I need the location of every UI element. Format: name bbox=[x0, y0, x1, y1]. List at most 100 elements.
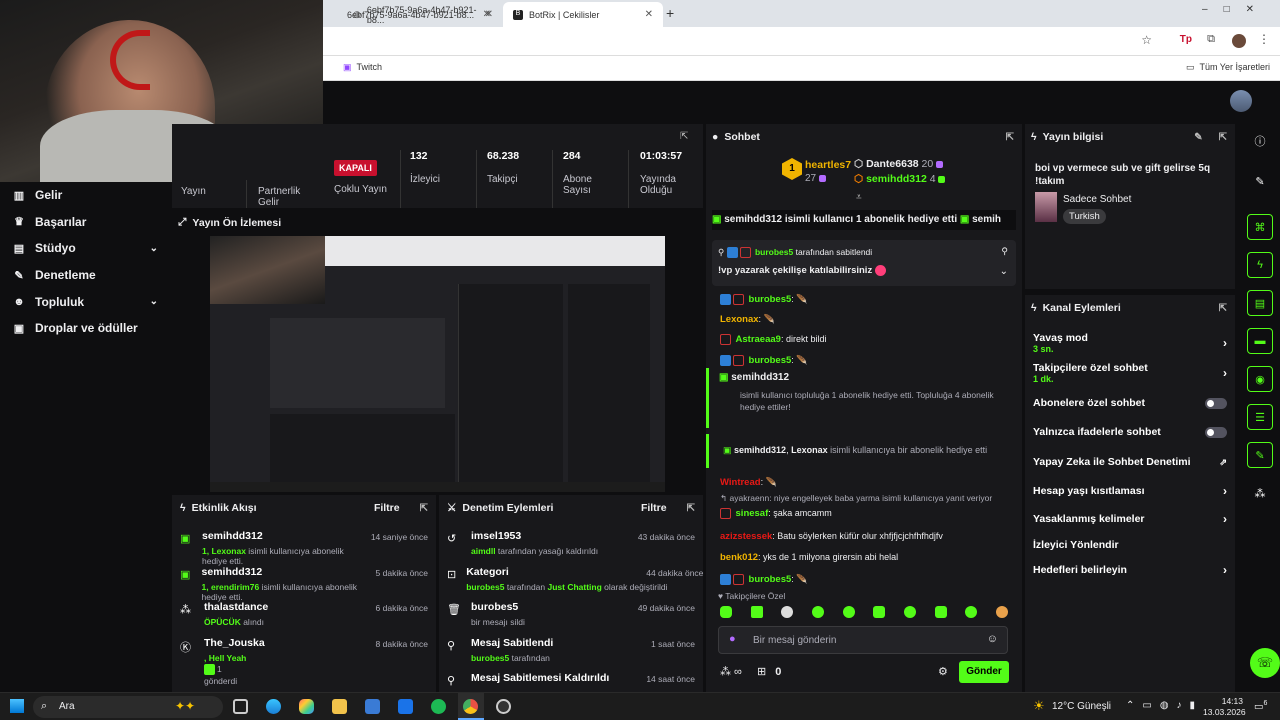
chat-message[interactable]: benk012: yks de 1 milyona girersin abi h… bbox=[706, 547, 1022, 568]
edit-icon[interactable]: ✎ bbox=[1194, 132, 1202, 143]
toggle-switch[interactable] bbox=[1205, 426, 1227, 438]
pinned-message[interactable]: ⚲ burobes5 tarafından sabitlendi !vp yaz… bbox=[712, 240, 1016, 286]
chat-username[interactable]: Astraeaa9 bbox=[736, 334, 781, 345]
windows-start-icon[interactable] bbox=[10, 699, 24, 713]
chat-message[interactable]: sinesaf: şaka amcamm bbox=[706, 506, 1022, 526]
explorer-icon[interactable] bbox=[332, 699, 347, 714]
spotify-icon[interactable] bbox=[431, 699, 446, 714]
clock[interactable]: 14:13 13.03.2026 bbox=[1203, 696, 1246, 718]
chat-username[interactable]: Wintread bbox=[720, 477, 761, 488]
edge-icon[interactable] bbox=[266, 699, 281, 714]
emote-icon[interactable] bbox=[903, 606, 916, 618]
emoji-icon[interactable]: ☺ bbox=[987, 633, 998, 645]
menu-icon[interactable]: ⋮ bbox=[1258, 32, 1270, 46]
emote-icon[interactable] bbox=[750, 606, 763, 618]
preview-video[interactable] bbox=[210, 236, 665, 492]
chat-username[interactable]: azizstessek bbox=[720, 531, 772, 542]
chat-username[interactable]: burobes5 bbox=[749, 574, 792, 585]
info-icon[interactable]: ⓘ bbox=[1247, 128, 1273, 154]
gift-user[interactable]: Lexonax bbox=[791, 445, 828, 455]
browser-tab-active[interactable]: B BotRix | Cekilisler ✕ bbox=[503, 2, 663, 27]
chat-username[interactable]: Lexonax bbox=[720, 314, 759, 325]
chat-input[interactable]: ● Bir mesaj gönderin ☺ bbox=[718, 626, 1008, 654]
sidebar-item-basarilar[interactable]: ♛ Başarılar bbox=[0, 209, 172, 236]
stream-tag[interactable]: Turkish bbox=[1063, 209, 1106, 224]
emote-icon[interactable] bbox=[811, 606, 824, 618]
list-item[interactable]: 🗑 burobes5 bir mesajı sildi 49 dakika ön… bbox=[439, 601, 703, 637]
window-controls[interactable]: –□✕ bbox=[1202, 4, 1270, 15]
pin-icon[interactable]: ⚲ bbox=[1001, 246, 1008, 257]
obs-icon[interactable] bbox=[496, 699, 511, 714]
action-followers-only[interactable]: Takipçilere özel sohbet 1 dk. › bbox=[1025, 357, 1235, 389]
category-name[interactable]: Sadece Sohbet bbox=[1063, 194, 1131, 205]
mail-icon[interactable] bbox=[398, 699, 413, 714]
list-item[interactable]: ↺ imsel1953 aimdll tarafından yasağı kal… bbox=[439, 530, 703, 566]
all-bookmarks[interactable]: ▭ Tüm Yer İşaretleri bbox=[1186, 62, 1270, 73]
chat-message[interactable]: Wintread: 🪶 bbox=[706, 472, 1022, 492]
stat-partnerlik[interactable]: Partnerlik Gelir bbox=[258, 186, 318, 206]
storage-icon[interactable]: ☰ bbox=[1247, 404, 1273, 430]
popout-icon[interactable]: ⇱ bbox=[1219, 132, 1227, 143]
action-banned-words[interactable]: Yasaklanmış kelimeler › bbox=[1025, 505, 1235, 533]
coklu-yayin-stat[interactable]: KAPALI Çoklu Yayın bbox=[334, 160, 387, 195]
list-item[interactable]: ▣ semihdd312 1, Lexonax isimli kullanıcı… bbox=[172, 530, 436, 566]
chat-username[interactable]: burobes5 bbox=[749, 355, 792, 366]
pencil-icon[interactable]: ✎ bbox=[1247, 168, 1273, 194]
star-icon[interactable]: ☆ bbox=[1141, 33, 1152, 47]
browser-tab[interactable]: ◍ 6ebf7b75-9a6a-4b47-b921-b8... ✕ bbox=[343, 2, 503, 27]
chat-message[interactable]: azizstessek: Batu söylerken küfür olur x… bbox=[706, 526, 1022, 547]
chat-message[interactable]: burobes5: 🪶 bbox=[706, 289, 1022, 309]
emote-icon[interactable] bbox=[934, 606, 947, 618]
settings-icon[interactable]: ⚙ bbox=[938, 665, 948, 678]
popout-icon[interactable]: ⇱ bbox=[420, 503, 428, 514]
bolt-icon[interactable]: ϟ bbox=[1247, 252, 1273, 278]
action-ai-moderation[interactable]: Yapay Zeka ile Sohbet Denetimi ⇗ bbox=[1025, 447, 1235, 477]
document-icon[interactable]: ▤ bbox=[1247, 290, 1273, 316]
sidebar-item-denetleme[interactable]: ✎ Denetleme bbox=[0, 262, 172, 289]
list-item[interactable]: ⚲ Mesaj Sabitlendi burobes5 tarafından 1… bbox=[439, 637, 703, 673]
gift-user[interactable]: semihdd312 bbox=[734, 445, 786, 455]
gift-user[interactable]: semihdd312 bbox=[731, 372, 789, 383]
leader-row[interactable]: ⬡ semihdd312 4 bbox=[854, 173, 947, 185]
extension-icon[interactable]: Tp bbox=[1180, 34, 1192, 45]
leader-row[interactable]: ⬡ Dante6638 20 bbox=[854, 158, 945, 170]
leader-name[interactable]: heartles7 bbox=[805, 159, 851, 171]
action-raid[interactable]: İzleyici Yönlendir bbox=[1025, 533, 1235, 557]
profile-avatar[interactable] bbox=[1232, 34, 1246, 48]
bookmark-twitch[interactable]: ▣ Twitch bbox=[343, 62, 382, 73]
taskbar-search[interactable]: ⌕ Ara ✦✦ bbox=[33, 696, 223, 718]
chat-username[interactable]: sinesaf bbox=[736, 508, 769, 519]
close-icon[interactable]: ✕ bbox=[645, 9, 653, 20]
chat-username[interactable]: benk012 bbox=[720, 552, 758, 563]
popout-icon[interactable]: ⇱ bbox=[687, 503, 695, 514]
close-icon[interactable]: ✕ bbox=[485, 9, 493, 20]
sidebar-item-topluluk[interactable]: ☻ Topluluk ⌄ bbox=[0, 288, 172, 315]
new-tab-icon[interactable]: + bbox=[666, 5, 674, 21]
sidebar-item-droplar[interactable]: ▣ Droplar ve ödüller bbox=[0, 315, 172, 342]
sidebar-item-gelir[interactable]: ▥ Gelir bbox=[0, 182, 172, 209]
address-bar[interactable]: ☆ Tp ⧉ ⋮ bbox=[323, 27, 1280, 56]
tray-icons[interactable]: ⌃▭◍♪▮ bbox=[1126, 700, 1203, 711]
emote-icon[interactable] bbox=[965, 606, 978, 618]
emote-icon[interactable] bbox=[995, 606, 1008, 618]
emote-icon[interactable] bbox=[873, 606, 886, 618]
store-icon[interactable] bbox=[365, 699, 380, 714]
list-item[interactable]: ⁂ thalastdance ÖPÜCÜK alındı 6 dakika ön… bbox=[172, 601, 436, 637]
action-goals[interactable]: Hedefleri belirleyin › bbox=[1025, 557, 1235, 583]
popout-icon[interactable]: ⇱ bbox=[1006, 132, 1014, 143]
popout-icon[interactable]: ⇱ bbox=[1219, 303, 1227, 314]
category-thumbnail[interactable] bbox=[1035, 192, 1057, 222]
list-item[interactable]: ⊡ Kategori burobes5 tarafından Just Chat… bbox=[439, 566, 703, 602]
stat-yayin[interactable]: Yayın bbox=[181, 186, 206, 197]
copilot-icon[interactable] bbox=[299, 699, 314, 714]
popout-icon[interactable]: ⇱ bbox=[680, 131, 688, 142]
filter-button[interactable]: Filtre bbox=[641, 502, 667, 514]
gift-box-icon[interactable]: ⊞ bbox=[757, 666, 766, 678]
kick-icon[interactable]: ⁂ bbox=[1247, 480, 1273, 506]
list-item[interactable]: ▣ semihdd312 1, erendirim76 isimli kulla… bbox=[172, 566, 436, 602]
sidebar-item-studyo[interactable]: ▤ Stüdyo ⌄ bbox=[0, 235, 172, 262]
action-subs-only[interactable]: Abonelere özel sohbet bbox=[1025, 389, 1235, 417]
support-icon[interactable]: ☏ bbox=[1250, 648, 1280, 678]
chat-message[interactable]: Astraeaa9: direkt bildi bbox=[706, 329, 1022, 349]
emote-icon[interactable] bbox=[781, 606, 794, 618]
